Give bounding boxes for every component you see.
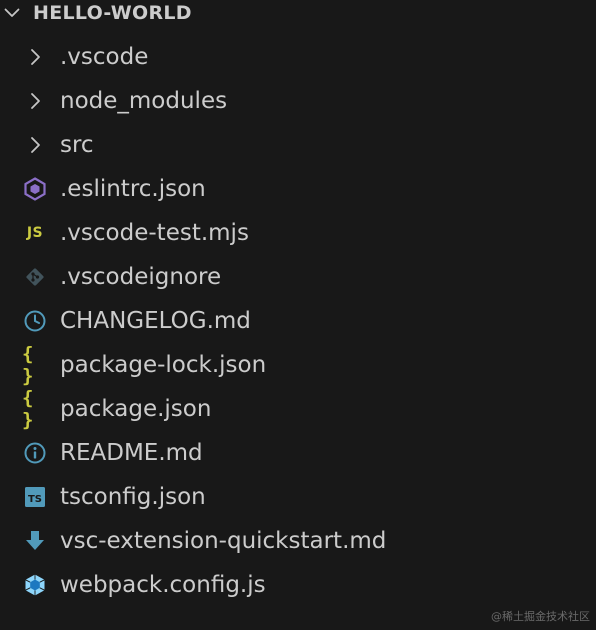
info-icon bbox=[22, 441, 48, 465]
tree-item-label: CHANGELOG.md bbox=[60, 308, 251, 334]
file-tree: .vscode node_modules src .eslintrc.json … bbox=[0, 35, 596, 607]
file-explorer: HELLO-WORLD .vscode node_modules src .es… bbox=[0, 0, 596, 630]
tree-item-label: package-lock.json bbox=[60, 352, 267, 378]
tree-item-label: src bbox=[60, 132, 94, 158]
tree-item-tsconfig[interactable]: TS tsconfig.json bbox=[0, 475, 596, 519]
tree-item-vscode-folder[interactable]: .vscode bbox=[0, 35, 596, 79]
tree-item-package-lock[interactable]: { } package-lock.json bbox=[0, 343, 596, 387]
tree-item-node-modules-folder[interactable]: node_modules bbox=[0, 79, 596, 123]
tsconfig-icon-text: TS bbox=[28, 494, 42, 505]
tree-item-label: .vscode-test.mjs bbox=[60, 220, 249, 246]
webpack-icon bbox=[22, 573, 48, 597]
eslint-icon bbox=[22, 177, 48, 201]
tree-item-vscode-test[interactable]: JS .vscode-test.mjs bbox=[0, 211, 596, 255]
tree-item-webpack-config[interactable]: webpack.config.js bbox=[0, 563, 596, 607]
tree-item-label: package.json bbox=[60, 396, 212, 422]
tree-item-src-folder[interactable]: src bbox=[0, 123, 596, 167]
tree-item-vscodeignore[interactable]: .vscodeignore bbox=[0, 255, 596, 299]
workspace-title: HELLO-WORLD bbox=[33, 2, 192, 24]
tree-item-label: .vscode bbox=[60, 44, 149, 70]
javascript-icon: JS bbox=[26, 225, 44, 241]
git-icon bbox=[22, 265, 48, 289]
chevron-right-icon[interactable] bbox=[22, 45, 48, 69]
json-icon: { } bbox=[22, 343, 35, 387]
tree-item-label: tsconfig.json bbox=[60, 484, 206, 510]
tree-item-label: README.md bbox=[60, 440, 203, 466]
tree-item-package-json[interactable]: { } package.json bbox=[0, 387, 596, 431]
tree-item-readme[interactable]: README.md bbox=[0, 431, 596, 475]
chevron-down-icon[interactable] bbox=[4, 5, 20, 21]
clock-icon bbox=[22, 309, 48, 333]
download-icon bbox=[22, 529, 48, 553]
watermark: @稀土掘金技术社区 bbox=[491, 610, 590, 623]
tsconfig-icon: TS bbox=[22, 485, 48, 509]
tree-item-label: webpack.config.js bbox=[60, 572, 266, 598]
tree-item-changelog[interactable]: CHANGELOG.md bbox=[0, 299, 596, 343]
chevron-right-icon[interactable] bbox=[22, 89, 48, 113]
explorer-section-header[interactable]: HELLO-WORLD bbox=[0, 0, 596, 26]
tree-item-label: vsc-extension-quickstart.md bbox=[60, 528, 387, 554]
json-icon: { } bbox=[22, 387, 35, 431]
tree-item-quickstart[interactable]: vsc-extension-quickstart.md bbox=[0, 519, 596, 563]
tree-item-eslintrc[interactable]: .eslintrc.json bbox=[0, 167, 596, 211]
chevron-right-icon[interactable] bbox=[22, 133, 48, 157]
tree-item-label: node_modules bbox=[60, 88, 228, 114]
tree-item-label: .eslintrc.json bbox=[60, 176, 206, 202]
tree-item-label: .vscodeignore bbox=[60, 264, 222, 290]
